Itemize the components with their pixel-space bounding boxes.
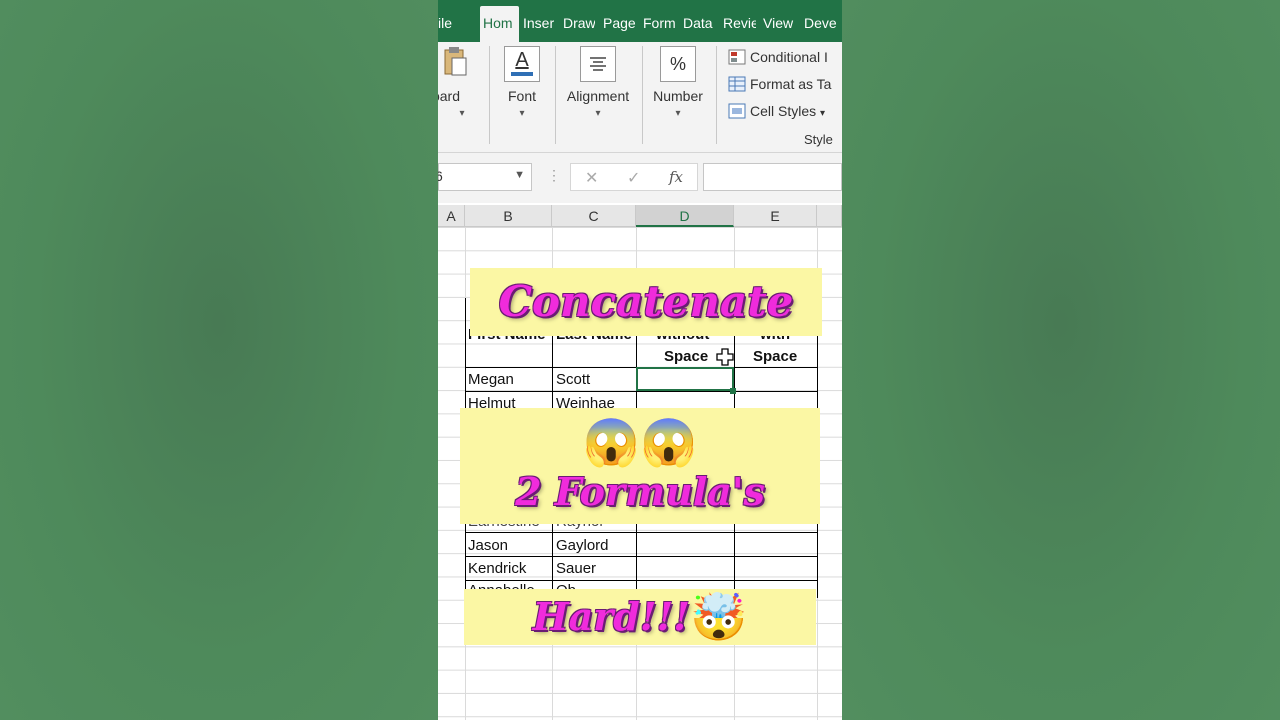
- ribbon-divider: [642, 46, 643, 144]
- cancel-icon[interactable]: ✕: [585, 168, 598, 188]
- formula-input[interactable]: [703, 163, 842, 191]
- fill-handle[interactable]: [730, 388, 736, 394]
- chevron-down-icon: ▾: [820, 108, 826, 119]
- number-group[interactable]: % Number ▾: [648, 42, 708, 150]
- tab-review[interactable]: Revie: [723, 0, 756, 42]
- insert-function-icon[interactable]: fx: [669, 168, 683, 186]
- excel-window: ile Hom Inser Draw Page Form Data Revie …: [438, 0, 842, 720]
- tab-insert[interactable]: Inser: [523, 0, 563, 42]
- font-group[interactable]: A Font ▾: [498, 42, 546, 150]
- table-border: [465, 391, 817, 392]
- percent-icon: %: [660, 46, 696, 82]
- hard-banner: Hard!!! 🤯: [464, 589, 816, 645]
- format-as-table-button[interactable]: Format as Ta: [728, 76, 831, 98]
- cell-last-name[interactable]: Gaylord: [556, 535, 609, 557]
- subtitle-text: 2 Formula's: [515, 469, 765, 514]
- screaming-face-icon: 😱😱: [582, 416, 698, 468]
- drag-handle-icon[interactable]: ⋮: [547, 167, 561, 184]
- alignment-group[interactable]: Alignment ▾: [560, 42, 636, 150]
- background-right: [842, 0, 1280, 720]
- align-center-icon: [580, 46, 616, 82]
- chevron-down-icon: ▾: [459, 108, 465, 119]
- tab-draw[interactable]: Draw: [563, 0, 595, 42]
- ribbon-tab-bar: ile Hom Inser Draw Page Form Data Revie …: [438, 0, 842, 42]
- conditional-formatting-button[interactable]: Conditional I: [728, 49, 828, 71]
- clipboard-label: board: [438, 88, 460, 104]
- formula-bar: 6 ▼ ⋮ ✕ ✓ fx: [438, 153, 842, 203]
- selected-cell-d[interactable]: [636, 367, 734, 391]
- cell-last-name[interactable]: Sauer: [556, 558, 596, 580]
- column-header-d[interactable]: D: [636, 205, 734, 227]
- chevron-down-icon: ▾: [675, 108, 681, 119]
- chevron-down-icon: ▾: [519, 108, 525, 119]
- cell-first-name[interactable]: Kendrick: [468, 558, 526, 580]
- conditional-formatting-icon: [728, 49, 746, 65]
- tab-data[interactable]: Data: [683, 0, 717, 42]
- cell-styles-button[interactable]: Cell Styles ▾: [728, 103, 825, 125]
- name-box[interactable]: 6 ▼: [438, 163, 532, 191]
- ribbon-divider: [555, 46, 556, 144]
- column-header-e[interactable]: E: [734, 205, 817, 227]
- cell-styles-icon: [728, 103, 746, 119]
- font-label: Font: [507, 88, 536, 104]
- column-header-b[interactable]: B: [465, 205, 552, 227]
- format-table-icon: [728, 76, 746, 92]
- title-banner: Concatenate: [470, 268, 822, 336]
- tab-view[interactable]: View: [763, 0, 798, 42]
- title-text: Concatenate: [498, 277, 794, 326]
- column-header-a[interactable]: A: [438, 205, 465, 227]
- tab-page-layout[interactable]: Page: [603, 0, 639, 42]
- number-label: Number: [653, 88, 703, 104]
- header-without-space-line2: Space: [664, 348, 709, 365]
- chevron-down-icon: ▾: [595, 108, 601, 119]
- font-color-icon: A: [504, 46, 540, 82]
- styles-label: Style: [804, 132, 833, 147]
- cell-last-name[interactable]: Scott: [556, 369, 590, 391]
- tab-developer[interactable]: Deve: [804, 0, 842, 42]
- mind-blown-icon: 🤯: [689, 591, 748, 643]
- background-left: [0, 0, 438, 720]
- column-header-f[interactable]: [817, 205, 842, 227]
- ribbon-divider: [716, 46, 717, 144]
- column-header-c[interactable]: C: [552, 205, 636, 227]
- styles-group: Conditional I Format as Ta Cell Styles ▾…: [728, 42, 842, 150]
- header-with-space-line2: Space: [753, 348, 798, 365]
- hard-text: Hard!!!: [532, 594, 690, 639]
- cell-first-name[interactable]: Jason: [468, 535, 508, 557]
- formula-buttons: ✕ ✓ fx: [570, 163, 698, 191]
- chevron-down-icon[interactable]: ▼: [514, 169, 525, 181]
- tab-file[interactable]: ile: [438, 0, 474, 42]
- alignment-label: Alignment: [566, 88, 630, 104]
- paste-icon: [438, 46, 474, 82]
- cell-first-name[interactable]: Megan: [468, 369, 514, 391]
- ribbon: board ▾ A Font ▾ Alignment ▾ % Number: [438, 42, 842, 153]
- clipboard-group[interactable]: board ▾: [438, 42, 480, 150]
- enter-icon[interactable]: ✓: [627, 168, 640, 188]
- table-border: [465, 556, 817, 557]
- ribbon-divider: [489, 46, 490, 144]
- tab-formulas[interactable]: Form: [643, 0, 677, 42]
- subtitle-banner: 😱😱 2 Formula's: [460, 408, 820, 524]
- tab-home[interactable]: Hom: [480, 6, 519, 42]
